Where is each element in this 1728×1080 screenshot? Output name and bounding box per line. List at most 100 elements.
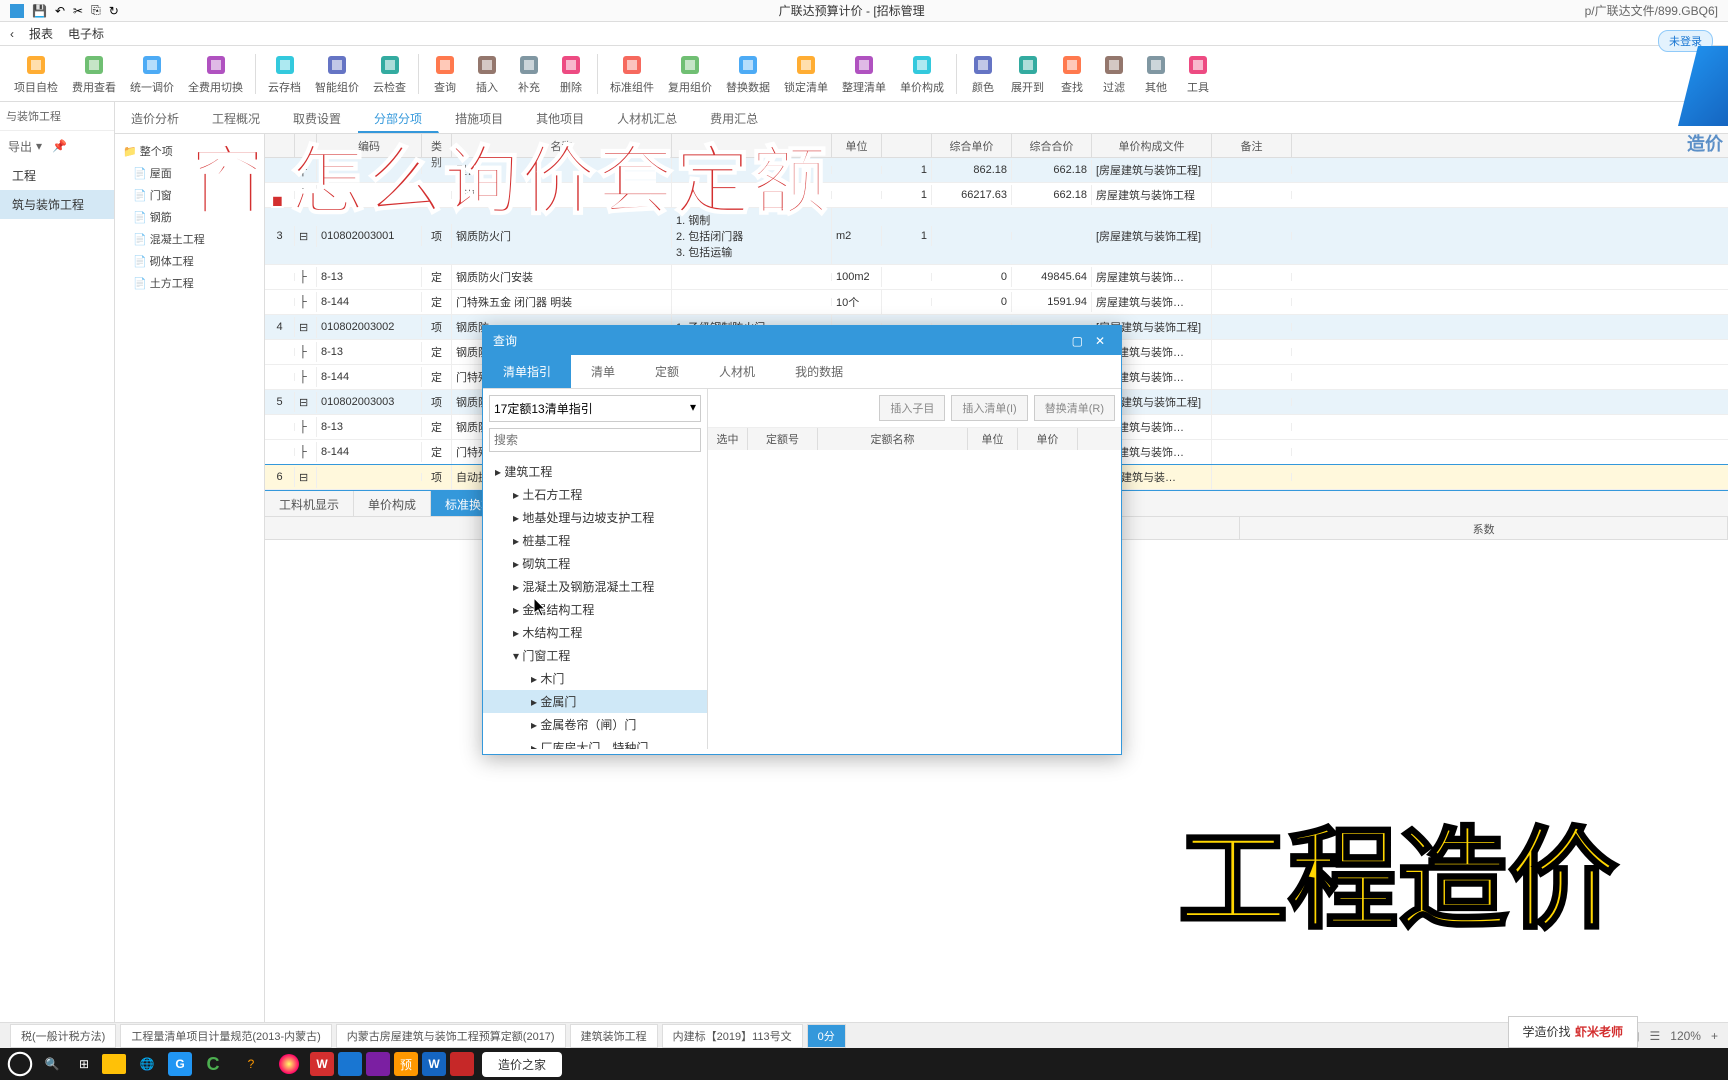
zoom-in-icon[interactable]: + — [1711, 1029, 1718, 1043]
dialog-tree-item[interactable]: ▸ 金属门 — [483, 690, 707, 713]
dialog-tree-item[interactable]: ▸ 木结构工程 — [483, 621, 707, 644]
dialog-button[interactable]: 替换清单(R) — [1034, 395, 1115, 421]
sidebar-item[interactable]: 筑与装饰工程 — [0, 190, 114, 219]
col-header[interactable] — [265, 134, 295, 157]
app-w-icon[interactable]: W — [310, 1052, 334, 1076]
tool-supplement[interactable]: 补充 — [509, 51, 549, 97]
app-circle-icon[interactable] — [272, 1050, 306, 1078]
dialog-tree-item[interactable]: ▸ 金属卷帘（闸）门 — [483, 713, 707, 736]
tool-insert[interactable]: 插入 — [467, 51, 507, 97]
tab-取费设置[interactable]: 取费设置 — [277, 102, 358, 133]
copy-icon[interactable]: ⎘ — [91, 3, 101, 18]
task-view-icon[interactable]: ⊞ — [70, 1050, 98, 1078]
col-header[interactable]: 单价构成文件 — [1092, 134, 1212, 157]
col-header[interactable]: 综合单价 — [932, 134, 1012, 157]
search-input[interactable] — [489, 428, 701, 452]
save-icon[interactable]: 💾 — [32, 4, 47, 18]
tree-item[interactable]: 📄 混凝土工程 — [115, 228, 264, 250]
app-question-icon[interactable]: ? — [234, 1050, 268, 1078]
dialog-tree-item[interactable]: ▸ 厂库房大门、特种门 — [483, 736, 707, 749]
close-icon[interactable]: ✕ — [1089, 334, 1111, 348]
table-row[interactable]: ├ 型钢 1862.18 662.18[房屋建筑与装饰工程] — [265, 158, 1728, 183]
dialog-tree-item[interactable]: ▸ 金属结构工程 — [483, 598, 707, 621]
status-item[interactable]: 内蒙古房屋建筑与装饰工程预算定额(2017) — [336, 1024, 566, 1048]
tool-std-group[interactable]: 标准组件 — [604, 51, 660, 97]
tool-expand[interactable]: 展开到 — [1005, 51, 1050, 97]
tool-smart-group[interactable]: 智能组价 — [309, 51, 365, 97]
bottom-tab[interactable]: 工料机显示 — [265, 491, 354, 516]
tool-cloud-save[interactable]: 云存档 — [262, 51, 307, 97]
search-icon[interactable]: 🔍 — [38, 1050, 66, 1078]
col-header[interactable] — [882, 134, 932, 157]
tool-other[interactable]: 其他 — [1136, 51, 1176, 97]
tool-all-fee-switch[interactable]: 全费用切换 — [182, 51, 249, 97]
view-list-icon[interactable]: ☰ — [1650, 1029, 1661, 1043]
tab-其他项目[interactable]: 其他项目 — [520, 102, 601, 133]
tool-tools[interactable]: 工具 — [1178, 51, 1218, 97]
app-blue-icon[interactable] — [338, 1052, 362, 1076]
tool-unit-comp[interactable]: 单价构成 — [894, 51, 950, 97]
tool-delete[interactable]: 删除 — [551, 51, 591, 97]
menu-report[interactable]: 报表 — [29, 25, 53, 42]
tab-措施项目[interactable]: 措施项目 — [439, 102, 520, 133]
quota-select[interactable]: 17定额13清单指引 ▾ — [489, 395, 701, 422]
tool-color[interactable]: 颜色 — [963, 51, 1003, 97]
app-c-icon[interactable]: C — [196, 1050, 230, 1078]
dialog-tree-item[interactable]: ▾ 门窗工程 — [483, 644, 707, 667]
dialog-tree-item[interactable]: ▸ 建筑工程 — [483, 460, 707, 483]
dialog-tab[interactable]: 定额 — [635, 355, 699, 388]
bottom-tab[interactable]: 单价构成 — [354, 491, 431, 516]
tree-item[interactable]: 📄 砌体工程 — [115, 250, 264, 272]
tree-item[interactable]: 📄 钢筋 — [115, 206, 264, 228]
tab-工程概况[interactable]: 工程概况 — [196, 102, 277, 133]
tree-item[interactable]: 📄 门窗 — [115, 184, 264, 206]
dialog-tab[interactable]: 清单指引 — [483, 355, 571, 388]
start-button[interactable] — [6, 1050, 34, 1078]
tool-arrange-list[interactable]: 整理清单 — [836, 51, 892, 97]
col-header[interactable]: 类别 — [422, 134, 452, 157]
status-item[interactable]: 内建标【2019】113号文 — [662, 1024, 803, 1048]
edge-icon[interactable]: 🌐 — [130, 1050, 164, 1078]
col-header[interactable] — [672, 134, 832, 157]
tool-proj-self[interactable]: 项目自检 — [8, 51, 64, 97]
status-item[interactable]: 工程量清单项目计量规范(2013-内蒙古) — [120, 1024, 331, 1048]
dialog-tree-item[interactable]: ▸ 木门 — [483, 667, 707, 690]
status-item[interactable]: 税(一般计税方法) — [10, 1024, 116, 1048]
tool-reuse-group[interactable]: 复用组价 — [662, 51, 718, 97]
col-header[interactable]: 单位 — [832, 134, 882, 157]
app-g-icon[interactable]: G — [168, 1052, 192, 1076]
col-header[interactable]: 名称 — [452, 134, 672, 157]
dialog-tab[interactable]: 清单 — [571, 355, 635, 388]
menu-chevron-icon[interactable]: ‹ — [10, 27, 14, 41]
tab-分部分项[interactable]: 分部分项 — [358, 102, 439, 133]
dialog-tab[interactable]: 人材机 — [699, 355, 775, 388]
maximize-icon[interactable]: ▢ — [1066, 334, 1089, 348]
tool-filter[interactable]: 过滤 — [1094, 51, 1134, 97]
refresh-icon[interactable]: ↻ — [109, 4, 119, 18]
dialog-tree-item[interactable]: ▸ 混凝土及钢筋混凝土工程 — [483, 575, 707, 598]
table-row[interactable]: ├ 断桥 166217.63 662.18房屋建筑与装饰工程 — [265, 183, 1728, 208]
tree-item[interactable]: 📁 整个项 — [115, 140, 264, 162]
tool-fee-view[interactable]: 费用查看 — [66, 51, 122, 97]
pin-icon[interactable]: 📌 — [52, 139, 67, 153]
undo-icon[interactable]: ↶ — [55, 4, 65, 18]
col-header[interactable]: 综合合价 — [1012, 134, 1092, 157]
tab-造价分析[interactable]: 造价分析 — [115, 102, 196, 133]
tool-cloud-check[interactable]: 云检查 — [367, 51, 412, 97]
dialog-button[interactable]: 插入清单(I) — [951, 395, 1027, 421]
dialog-tree-item[interactable]: ▸ 土石方工程 — [483, 483, 707, 506]
tab-人材机汇总[interactable]: 人材机汇总 — [601, 102, 694, 133]
app-w2-icon[interactable]: W — [422, 1052, 446, 1076]
table-row[interactable]: ├8-144 定门特殊五金 闭门器 明装 10个0 1591.94房屋建筑与装饰… — [265, 290, 1728, 315]
tree-item[interactable]: 📄 土方工程 — [115, 272, 264, 294]
task-pill[interactable]: 造价之家 — [482, 1052, 562, 1077]
col-header[interactable] — [295, 134, 317, 157]
scissors-icon[interactable]: ✂ — [73, 4, 83, 18]
tree-item[interactable]: 📄 屋面 — [115, 162, 264, 184]
tab-费用汇总[interactable]: 费用汇总 — [694, 102, 775, 133]
dialog-tab[interactable]: 我的数据 — [775, 355, 863, 388]
table-row[interactable]: 3⊟010802003001 项钢质防火门1. 钢制 2. 包括闭门器 3. 包… — [265, 208, 1728, 265]
table-row[interactable]: ├8-13 定钢质防火门安装 100m20 49845.64房屋建筑与装饰… — [265, 265, 1728, 290]
tool-lock-list[interactable]: 锁定清单 — [778, 51, 834, 97]
col-header[interactable]: 备注 — [1212, 134, 1292, 157]
